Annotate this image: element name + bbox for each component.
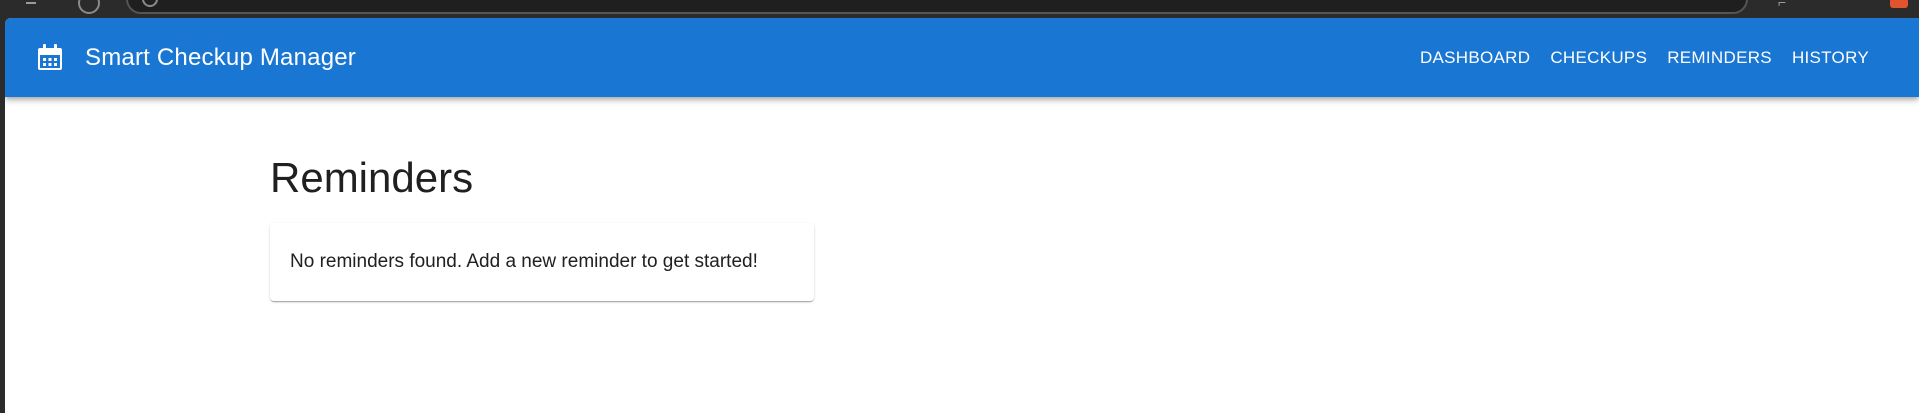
top-nav: DASHBOARD CHECKUPS REMINDERS HISTORY [1410,18,1879,97]
app-title: Smart Checkup Manager [85,44,356,71]
nav-history[interactable]: HISTORY [1782,39,1879,77]
calendar-icon [38,44,62,70]
extensions-icon[interactable]: ⌐ [1778,0,1786,10]
nav-reminders[interactable]: REMINDERS [1657,39,1782,77]
back-icon[interactable] [20,0,42,14]
app-viewport: Smart Checkup Manager DASHBOARD CHECKUPS… [5,18,1919,413]
address-bar[interactable]: ☆ [126,0,1748,14]
nav-dashboard[interactable]: DASHBOARD [1410,39,1540,77]
empty-state-card: No reminders found. Add a new reminder t… [270,223,814,301]
reload-icon[interactable] [78,0,100,14]
profile-avatar[interactable] [1890,0,1908,8]
browser-toolbar: ☆ ⌐ [0,0,1919,18]
page-title: Reminders [270,154,474,201]
empty-state-message: No reminders found. Add a new reminder t… [290,251,758,272]
app-bar: Smart Checkup Manager DASHBOARD CHECKUPS… [5,18,1919,97]
nav-checkups[interactable]: CHECKUPS [1540,39,1657,77]
bookmark-star-icon[interactable]: ☆ [1708,0,1724,2]
site-info-icon[interactable] [142,0,158,7]
